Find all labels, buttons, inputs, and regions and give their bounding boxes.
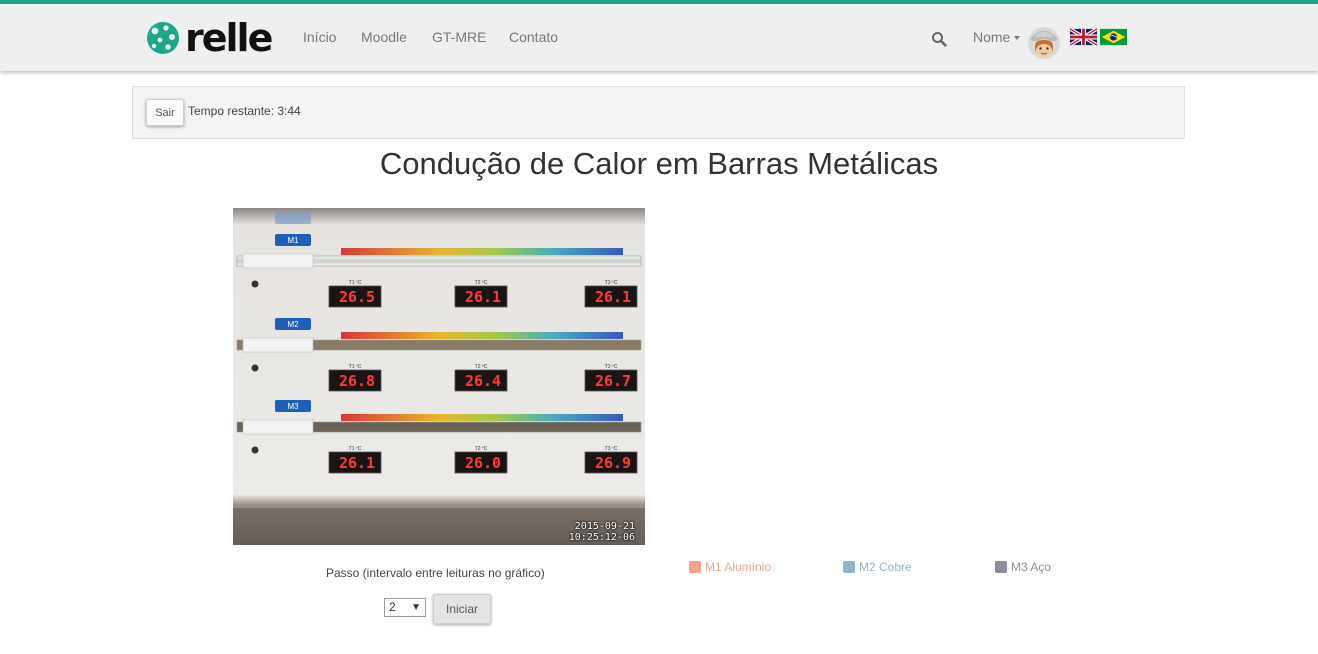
start-button[interactable]: Iniciar (433, 594, 491, 624)
sensor-reading: 26.9 (595, 454, 631, 472)
legend-label-m2: M2 Cobre (859, 560, 912, 574)
sensor-caption: T2 ºC (475, 446, 488, 452)
sensor-caption: T3 ºC (605, 280, 618, 286)
sensor-reading: 26.7 (595, 372, 631, 390)
sensor-reading: 26.1 (339, 454, 375, 472)
nav-link-inicio[interactable]: Início (303, 29, 336, 45)
nav-link-moodle[interactable]: Moodle (361, 29, 407, 45)
step-label: Passo (intervalo entre leituras no gráfi… (326, 566, 545, 580)
legend-swatch-m2 (843, 561, 855, 573)
search-icon[interactable] (931, 31, 947, 47)
time-remaining: Tempo restante: 3:44 (188, 104, 301, 118)
sensor-reading: 26.4 (465, 372, 501, 390)
session-bar: Sair Tempo restante: 3:44 (132, 86, 1185, 139)
legend-item-m3[interactable]: M3 Aço (995, 560, 1051, 574)
navbar: relle Início Moodle GT-MRE Contato Nome (0, 4, 1318, 71)
bar-label: M3 (287, 402, 299, 411)
sensor-caption: T2 ºC (475, 280, 488, 286)
sensor-reading: 26.8 (339, 372, 375, 390)
brand-name: relle (185, 16, 273, 60)
sensor-reading: 26.0 (465, 454, 501, 472)
bar-label: M1 (287, 236, 299, 245)
caret-down-icon (1014, 36, 1021, 41)
sensor-caption: T2 ºC (475, 364, 488, 370)
flag-uk-icon[interactable] (1070, 28, 1097, 46)
sensor-caption: T1 ºC (349, 364, 362, 370)
step-select[interactable]: 2 ▼ (384, 598, 426, 617)
sensor-caption: T3 ºC (605, 446, 618, 452)
step-value: 2 (389, 600, 396, 614)
dropdown-arrow-icon: ▼ (411, 602, 421, 613)
nav-link-gt-mre[interactable]: GT-MRE (432, 29, 486, 45)
sensor-caption: T1 ºC (349, 280, 362, 286)
sensor-reading: 26.1 (595, 288, 631, 306)
flag-brazil-icon[interactable] (1100, 28, 1127, 46)
exit-button[interactable]: Sair (146, 99, 184, 126)
nav-link-contato[interactable]: Contato (509, 29, 558, 45)
legend-swatch-m1 (689, 561, 701, 573)
sensor-reading: 26.1 (465, 288, 501, 306)
camera-time: 10:25:12-06 (568, 532, 635, 543)
legend-item-m1[interactable]: M1 Alumínio (689, 560, 771, 574)
camera-image: M1 T1 ºC 26.5 T2 ºC 26.1 T3 ºC 26.1 M2 T1 ºC 26.8… (233, 208, 645, 545)
brand-logo[interactable]: relle (145, 16, 273, 60)
avatar[interactable] (1027, 22, 1061, 60)
legend-label-m3: M3 Aço (1011, 560, 1052, 574)
relle-logo-icon (147, 22, 179, 54)
sensor-caption: T1 ºC (349, 446, 362, 452)
bar-label: M2 (287, 320, 299, 329)
camera-date: 2015-09-21 (574, 521, 635, 532)
camera-timestamp: 2015-09-21 10:25:12-06 (569, 521, 635, 543)
camera-feed: M1 T1 ºC 26.5 T2 ºC 26.1 T3 ºC 26.1 M2 T1 ºC 26.8… (233, 208, 645, 545)
user-menu[interactable]: Nome (973, 29, 1021, 45)
page-title: Condução de Calor em Barras Metálicas (379, 146, 939, 181)
sensor-caption: T3 ºC (605, 364, 618, 370)
sensor-reading: 26.5 (339, 288, 375, 306)
legend-swatch-m3 (995, 561, 1007, 573)
legend-item-m2[interactable]: M2 Cobre (843, 560, 912, 574)
legend-label-m1: M1 Alumínio (705, 560, 772, 574)
user-name-label: Nome (973, 29, 1011, 45)
